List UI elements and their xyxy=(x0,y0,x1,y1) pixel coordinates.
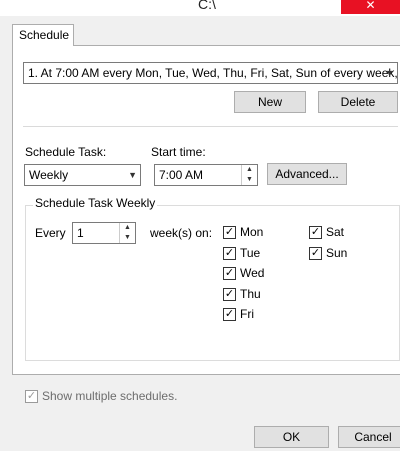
schedule-task-select[interactable]: Weekly ▼ xyxy=(24,164,141,186)
close-icon: ✕ xyxy=(365,0,376,12)
weekly-group-title: Schedule Task Weekly xyxy=(33,196,158,210)
chevron-down-icon: ▼ xyxy=(128,170,137,180)
checkbox-thu-label: Thu xyxy=(240,287,261,301)
checkbox-wed-box[interactable]: ✓ xyxy=(223,266,236,280)
start-time-spinner[interactable]: 7:00 AM ▲ ▼ xyxy=(154,164,258,186)
checkbox-tue[interactable]: ✓ Tue xyxy=(223,246,260,260)
checkbox-mon-label: Mon xyxy=(240,225,264,239)
spin-down-icon[interactable]: ▼ xyxy=(242,175,257,185)
schedule-task-value: Weekly xyxy=(29,168,69,182)
checkbox-mon-box[interactable]: ✓ xyxy=(223,225,236,239)
show-multiple-label: Show multiple schedules. xyxy=(42,389,178,403)
checkbox-fri[interactable]: ✓ Fri xyxy=(223,307,254,321)
checkbox-sat-box[interactable]: ✓ xyxy=(309,225,322,239)
schedule-select[interactable]: 1. At 7:00 AM every Mon, Tue, Wed, Thu, … xyxy=(23,62,398,84)
checkbox-fri-box[interactable]: ✓ xyxy=(223,307,236,321)
ok-button[interactable]: OK xyxy=(254,426,329,448)
every-label: Every xyxy=(35,226,66,240)
checkbox-sat[interactable]: ✓ Sat xyxy=(309,225,344,239)
weeks-on-label: week(s) on: xyxy=(150,226,213,240)
start-time-label: Start time: xyxy=(151,145,206,159)
spin-up-icon[interactable]: ▲ xyxy=(242,165,257,175)
delete-button[interactable]: Delete xyxy=(318,91,398,113)
every-weeks-spinner[interactable]: 1 ▲ ▼ xyxy=(72,222,136,244)
checkbox-tue-label: Tue xyxy=(240,246,261,260)
schedule-select-value: 1. At 7:00 AM every Mon, Tue, Wed, Thu, … xyxy=(28,66,398,80)
cancel-button[interactable]: Cancel xyxy=(338,426,400,448)
window-title: C:\ xyxy=(198,0,216,12)
advanced-button[interactable]: Advanced... xyxy=(267,163,347,185)
every-weeks-value: 1 xyxy=(77,226,84,240)
checkbox-mon[interactable]: ✓ Mon xyxy=(223,225,263,239)
checkbox-sun[interactable]: ✓ Sun xyxy=(309,246,347,260)
checkbox-tue-box[interactable]: ✓ xyxy=(223,246,236,260)
show-multiple-checkbox[interactable]: ✓ Show multiple schedules. xyxy=(25,389,177,403)
close-button[interactable]: ✕ xyxy=(341,0,400,14)
checkbox-thu[interactable]: ✓ Thu xyxy=(223,287,261,301)
checkbox-sun-box[interactable]: ✓ xyxy=(309,246,322,260)
start-time-value: 7:00 AM xyxy=(159,168,204,182)
checkbox-fri-label: Fri xyxy=(240,307,254,321)
tab-schedule[interactable]: Schedule xyxy=(12,24,74,46)
new-button[interactable]: New xyxy=(234,91,306,113)
spin-down-icon[interactable]: ▼ xyxy=(120,233,135,243)
checkbox-wed-label: Wed xyxy=(240,266,265,280)
spin-up-icon[interactable]: ▲ xyxy=(120,223,135,233)
checkbox-sat-label: Sat xyxy=(326,225,345,239)
chevron-down-icon: ▼ xyxy=(385,68,394,78)
checkbox-wed[interactable]: ✓ Wed xyxy=(223,266,264,280)
checkbox-thu-box[interactable]: ✓ xyxy=(223,287,236,301)
separator xyxy=(23,126,398,127)
schedule-task-label: Schedule Task: xyxy=(25,145,107,159)
checkbox-sun-label: Sun xyxy=(326,246,348,260)
show-multiple-box[interactable]: ✓ xyxy=(25,389,38,403)
